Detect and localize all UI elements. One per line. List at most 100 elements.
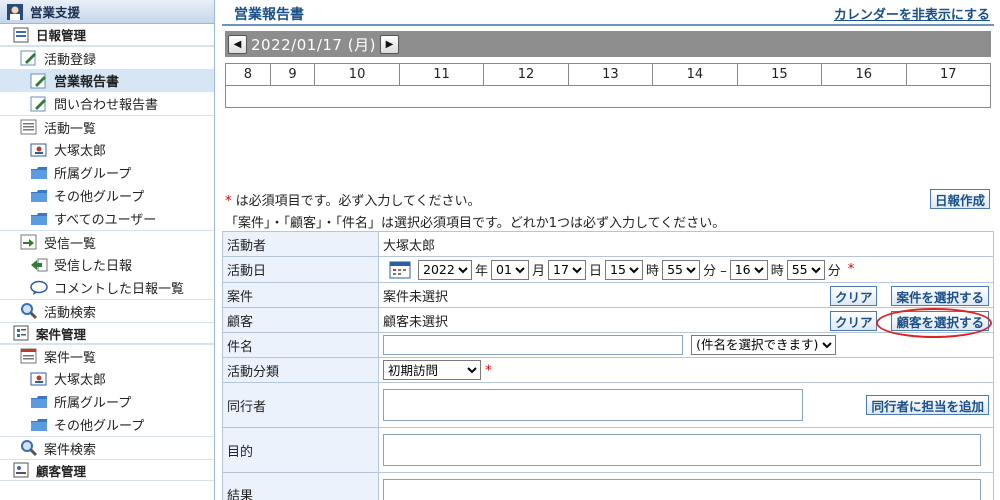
actor-label: 活動者 bbox=[222, 231, 379, 257]
sidebar-item-label: 問い合わせ報告書 bbox=[54, 98, 159, 113]
timeline-hour-cell: 12 bbox=[483, 63, 569, 86]
sidebar-item-case-user[interactable]: 大塚太郎 bbox=[0, 367, 214, 390]
sidebar-item-case-group-other[interactable]: その他グループ bbox=[0, 413, 214, 436]
required-star: * bbox=[225, 194, 232, 209]
sidebar-group-daily[interactable]: 日報管理 bbox=[0, 24, 214, 46]
sidebar-item-group-other[interactable]: その他グループ bbox=[0, 184, 214, 207]
search-icon bbox=[21, 303, 38, 320]
category-label: 活動分類 bbox=[222, 357, 379, 383]
sidebar-item-activity-list[interactable]: 活動一覧 bbox=[0, 115, 214, 138]
sidebar-group-customer[interactable]: 顧客管理 bbox=[0, 459, 214, 481]
select-case-button[interactable]: 案件を選択する bbox=[891, 286, 989, 306]
prev-day-button[interactable]: ◀ bbox=[228, 34, 247, 54]
form-row-companion: 同行者 同行者に担当を追加 bbox=[222, 382, 994, 428]
next-day-button[interactable]: ▶ bbox=[379, 34, 399, 54]
date-label: 活動日 bbox=[222, 256, 379, 283]
subject-label: 件名 bbox=[222, 332, 379, 358]
timeline-hour-cell: 11 bbox=[398, 63, 485, 86]
current-date: 2022/01/17 (月) bbox=[251, 35, 376, 54]
customer-cell: 顧客未選択 クリア 顧客を選択する bbox=[378, 307, 994, 338]
customer-value: 顧客未選択 bbox=[383, 314, 449, 330]
subject-cell: (件名を選択できます) bbox=[378, 332, 994, 358]
form-row-case: 案件 案件未選択 クリア 案件を選択する bbox=[222, 282, 994, 308]
sidebar-item-user-self[interactable]: 大塚太郎 bbox=[0, 138, 214, 161]
purpose-cell bbox=[378, 427, 994, 473]
sidebar-group-label: 案件管理 bbox=[36, 326, 87, 342]
timeline-hour-cell: 9 bbox=[269, 63, 316, 86]
date-navigation-bar: ◀ 2022/01/17 (月) ▶ bbox=[225, 31, 991, 57]
month-unit: 月 bbox=[532, 264, 546, 279]
sidebar-item-label: 所属グループ bbox=[54, 167, 132, 182]
hide-calendar-link[interactable]: カレンダーを非表示にする bbox=[834, 4, 990, 23]
form-row-actor: 活動者 大塚太郎 bbox=[222, 231, 994, 257]
customer-clear-button[interactable]: クリア bbox=[829, 311, 878, 331]
result-textarea[interactable] bbox=[383, 479, 981, 500]
sidebar-item-label: その他グループ bbox=[54, 190, 145, 205]
start-minute-unit: 分 – bbox=[703, 264, 727, 279]
timeline-hour-cell: 14 bbox=[652, 63, 738, 86]
sidebar-item-received-reports[interactable]: 受信した日報 bbox=[0, 253, 214, 276]
case-clear-button[interactable]: クリア bbox=[829, 286, 878, 306]
sidebar-item-case-search[interactable]: 案件検索 bbox=[0, 436, 214, 459]
customer-label: 顧客 bbox=[222, 307, 379, 333]
year-select[interactable]: 2022 bbox=[418, 259, 472, 280]
page-title: 営業報告書 bbox=[234, 7, 304, 23]
sidebar-item-inquiry-report[interactable]: 問い合わせ報告書 bbox=[0, 92, 214, 115]
sidebar-section-sales-support[interactable]: 営業支援 bbox=[0, 0, 214, 24]
purpose-textarea[interactable] bbox=[383, 434, 981, 466]
sidebar-item-activity-search[interactable]: 活動検索 bbox=[0, 299, 214, 322]
person-card-icon bbox=[30, 372, 47, 385]
year-unit: 年 bbox=[475, 264, 489, 279]
form-row-customer: 顧客 顧客未選択 クリア 顧客を選択する bbox=[222, 307, 994, 338]
month-select[interactable]: 01 bbox=[491, 259, 530, 280]
form-row-purpose: 目的 bbox=[222, 427, 994, 473]
end-hour-unit: 時 bbox=[770, 264, 784, 279]
day-select[interactable]: 17 bbox=[548, 259, 587, 280]
sidebar-item-label: すべてのユーザー bbox=[54, 213, 157, 228]
sidebar-item-case-group-own[interactable]: 所属グループ bbox=[0, 390, 214, 413]
create-report-button[interactable]: 日報作成 bbox=[929, 189, 990, 209]
start-hour-select[interactable]: 15 bbox=[605, 259, 644, 280]
person-card-icon bbox=[30, 143, 47, 156]
sidebar-item-label: 所属グループ bbox=[54, 396, 132, 411]
sidebar-group-label: 顧客管理 bbox=[36, 463, 87, 479]
sidebar-item-activity-register[interactable]: 活動登録 bbox=[0, 46, 214, 69]
sidebar-section-title: 営業支援 bbox=[30, 5, 81, 20]
sidebar-item-all-users[interactable]: すべてのユーザー bbox=[0, 207, 214, 230]
report-form: 活動者 大塚太郎 活動日 2022 年 01 月 17 日 15 時 55 分 … bbox=[222, 231, 994, 500]
required-star: * bbox=[847, 262, 855, 277]
sidebar-item-group-own[interactable]: 所属グループ bbox=[0, 161, 214, 184]
timeline-hour-cell: 10 bbox=[314, 63, 400, 86]
folder-icon bbox=[31, 212, 47, 225]
timeline-body-row[interactable] bbox=[225, 85, 991, 108]
timeline-hour-cell: 17 bbox=[905, 63, 992, 86]
sidebar-item-label: コメントした日報一覧 bbox=[54, 282, 185, 297]
sidebar-item-commented-reports[interactable]: コメントした日報一覧 bbox=[0, 276, 214, 299]
case-value: 案件未選択 bbox=[383, 289, 449, 305]
required-note-text: は必須項目です。必ず入力してください。 bbox=[235, 194, 481, 209]
case-cell: 案件未選択 クリア 案件を選択する bbox=[378, 282, 994, 308]
comment-icon bbox=[30, 280, 48, 295]
sidebar-item-received-list[interactable]: 受信一覧 bbox=[0, 230, 214, 253]
subject-input[interactable] bbox=[383, 335, 683, 356]
timeline-slot-area[interactable] bbox=[225, 85, 991, 108]
folder-icon bbox=[31, 418, 47, 431]
sidebar-item-label: 案件一覧 bbox=[44, 350, 97, 366]
start-minute-select[interactable]: 55 bbox=[662, 259, 701, 280]
sidebar-item-label: 営業報告書 bbox=[54, 75, 120, 90]
end-minute-select[interactable]: 55 bbox=[786, 259, 825, 280]
select-customer-button[interactable]: 顧客を選択する bbox=[876, 308, 992, 338]
sidebar-group-case[interactable]: 案件管理 bbox=[0, 322, 214, 344]
sidebar-item-label: その他グループ bbox=[54, 419, 145, 434]
sidebar-item-case-list[interactable]: 案件一覧 bbox=[0, 344, 214, 367]
edit-icon bbox=[30, 96, 46, 111]
companion-textarea[interactable] bbox=[383, 389, 803, 421]
sidebar-item-sales-report[interactable]: 営業報告書 bbox=[0, 69, 214, 92]
add-companion-button[interactable]: 同行者に担当を追加 bbox=[866, 395, 989, 415]
calendar-icon[interactable] bbox=[389, 260, 411, 279]
end-hour-select[interactable]: 16 bbox=[729, 259, 768, 280]
folder-icon bbox=[31, 166, 47, 179]
sidebar-item-label: 活動登録 bbox=[44, 52, 97, 68]
category-select[interactable]: 初期訪問 bbox=[383, 360, 481, 380]
subject-select[interactable]: (件名を選択できます) bbox=[691, 334, 837, 355]
